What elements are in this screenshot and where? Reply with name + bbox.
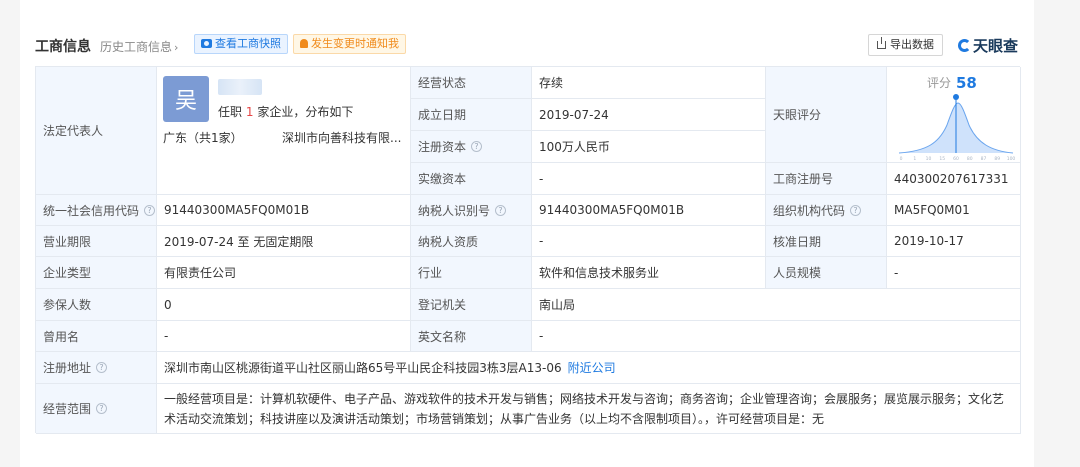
label-credit-code: 统一社会信用代码?: [36, 195, 157, 226]
value-insured: 0: [157, 289, 411, 321]
avatar[interactable]: 吴: [163, 76, 209, 122]
label-approve-date: 核准日期: [766, 226, 887, 257]
section-header: 工商信息 历史工商信息 › 查看工商快照 发生变更时通知我 导出数据 天眼查: [20, 30, 1034, 60]
snapshot-label: 查看工商快照: [215, 37, 281, 50]
download-icon: [877, 37, 886, 49]
notify-label: 发生变更时通知我: [311, 37, 399, 50]
value-found-date: 2019-07-24: [532, 99, 766, 131]
label-staff: 人员规模: [766, 257, 887, 289]
history-business-info-link[interactable]: 历史工商信息 ›: [100, 38, 178, 55]
value-industry: 软件和信息技术服务业: [532, 257, 766, 289]
value-credit-code: 91440300MA5FQ0M01B: [157, 195, 411, 226]
value-address-cell: 深圳市南山区桃源街道平山社区丽山路65号平山民企科技园3栋3层A13-06 附近公…: [157, 352, 1021, 384]
history-label: 历史工商信息: [100, 40, 173, 54]
label-paid-capital: 实缴资本: [411, 163, 532, 195]
help-icon[interactable]: ?: [495, 204, 507, 216]
legal-rep-region: 广东（共1家）: [163, 131, 243, 145]
role-count: 1: [245, 105, 254, 119]
label-insured: 参保人数: [36, 289, 157, 321]
value-tax-qual: -: [532, 226, 766, 257]
section-title: 工商信息: [35, 39, 91, 55]
nearby-companies-link[interactable]: 附近公司: [568, 359, 616, 376]
label-tax-qual: 纳税人资质: [411, 226, 532, 257]
score-chart: 评分 58 0 1 10 15 60 80 87 89 100: [898, 74, 1016, 162]
tianyancha-logo-icon: [958, 39, 971, 52]
right-margin: [1034, 0, 1080, 467]
brand-logo: 天眼查: [958, 35, 1018, 56]
info-table: 法定代表人 吴 任职 1 家企业，分布如下 广东（共1家） 深圳市向善科技有限.…: [35, 66, 1021, 434]
value-term: 2019-07-24 至 无固定期限: [157, 226, 411, 257]
value-approve-date: 2019-10-17: [887, 226, 1021, 257]
label-reg-no: 工商注册号: [766, 163, 887, 195]
label-authority: 登记机关: [411, 289, 532, 321]
label-company-type: 企业类型: [36, 257, 157, 289]
score-tick-label: 87: [981, 156, 987, 162]
role-prefix: 任职: [218, 105, 243, 119]
bell-icon: [300, 39, 308, 48]
label-address: 注册地址?: [36, 352, 157, 384]
value-reg-no: 440300207617331: [887, 163, 1021, 195]
credit-code-label-text: 统一社会信用代码: [43, 203, 140, 218]
label-found-date: 成立日期: [411, 99, 532, 131]
score-tick-label: 1: [913, 156, 916, 162]
taxpayer-id-label-text: 纳税人识别号: [418, 203, 491, 218]
label-status: 经营状态: [411, 67, 532, 99]
value-authority: 南山局: [532, 289, 1021, 321]
help-icon[interactable]: ?: [471, 141, 483, 152]
score-ticks: 0 1 10 15 60 80 87 89 100: [900, 156, 1016, 162]
value-en-name: -: [532, 321, 1021, 352]
value-taxpayer-id: 91440300MA5FQ0M01B: [532, 195, 766, 226]
export-label: 导出数据: [890, 38, 934, 51]
brand-name: 天眼查: [973, 37, 1019, 55]
help-icon[interactable]: ?: [144, 204, 156, 216]
label-org-code: 组织机构代码?: [766, 195, 887, 226]
chevron-right-icon: ›: [174, 41, 179, 54]
score-marker-dot: [953, 93, 959, 100]
label-term: 营业期限: [36, 226, 157, 257]
label-score: 天眼评分: [766, 67, 887, 163]
score-tick-label: 0: [900, 156, 903, 162]
value-scope: 一般经营项目是：计算机软硬件、电子产品、游戏软件的技术开发与销售；网络技术开发与…: [157, 384, 1021, 434]
help-icon[interactable]: ?: [850, 204, 862, 216]
label-taxpayer-id: 纳税人识别号?: [411, 195, 532, 226]
value-reg-capital: 100万人民币: [532, 131, 766, 163]
label-reg-capital: 注册资本?: [411, 131, 532, 163]
label-scope: 经营范围?: [36, 384, 157, 434]
score-value: 58: [956, 74, 977, 92]
notify-change-button[interactable]: 发生变更时通知我: [293, 34, 406, 54]
value-address: 深圳市南山区桃源街道平山社区丽山路65号平山民企科技园3栋3层A13-06: [164, 361, 562, 375]
help-icon[interactable]: ?: [96, 403, 108, 414]
help-icon[interactable]: ?: [96, 362, 108, 373]
legal-rep-role: 任职 1 家企业，分布如下: [218, 103, 353, 120]
value-org-code: MA5FQ0M01: [887, 195, 1021, 226]
score-tick-label: 15: [939, 156, 945, 162]
label-en-name: 英文名称: [411, 321, 532, 352]
score-tick-label: 80: [967, 156, 973, 162]
org-code-label-text: 组织机构代码: [773, 203, 846, 218]
score-tick-label: 10: [926, 156, 932, 162]
value-company-type: 有限责任公司: [157, 257, 411, 289]
label-former-name: 曾用名: [36, 321, 157, 352]
address-label-text: 注册地址: [43, 361, 92, 375]
value-former-name: -: [157, 321, 411, 352]
export-data-button[interactable]: 导出数据: [868, 34, 943, 56]
view-snapshot-button[interactable]: 查看工商快照: [194, 34, 288, 54]
score-tick-label: 60: [953, 156, 959, 162]
label-legal-rep: 法定代表人: [36, 67, 157, 195]
score-tick-label: 100: [1007, 156, 1016, 162]
score-tick-label: 89: [994, 156, 1000, 162]
camera-icon: [201, 39, 212, 48]
value-paid-capital: -: [532, 163, 766, 195]
score-caption: 评分: [927, 76, 951, 90]
role-suffix: 家企业，分布如下: [257, 105, 354, 119]
label-industry: 行业: [411, 257, 532, 289]
value-staff: -: [887, 257, 1021, 289]
reg-capital-label-text: 注册资本: [418, 140, 467, 154]
business-info-panel: 工商信息 历史工商信息 › 查看工商快照 发生变更时通知我 导出数据 天眼查 法定…: [20, 0, 1034, 467]
value-status: 存续: [532, 67, 766, 99]
legal-rep-name-redacted[interactable]: [218, 79, 262, 95]
score-cell[interactable]: 评分 58 0 1 10 15 60 80 87 89 100: [887, 67, 1021, 163]
legal-rep-company-link[interactable]: 深圳市向善科技有限...: [282, 129, 401, 146]
scope-label-text: 经营范围: [43, 402, 92, 416]
